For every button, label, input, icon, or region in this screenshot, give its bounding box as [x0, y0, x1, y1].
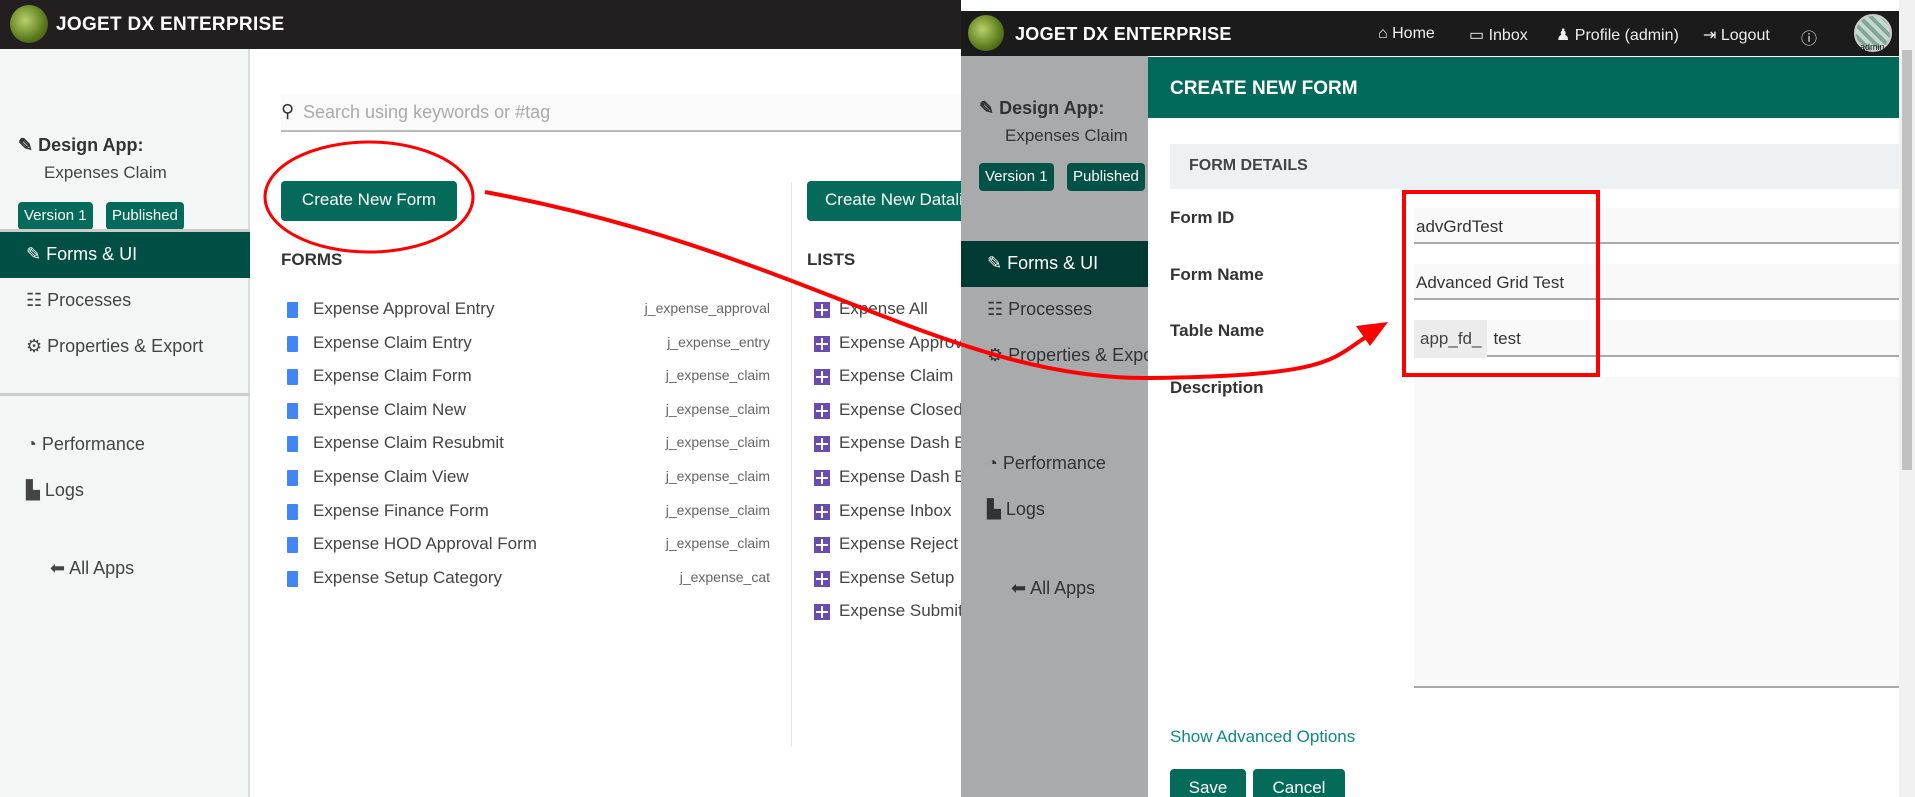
highlight-rectangle [1402, 190, 1600, 377]
annotation-overlay [263, 140, 1600, 381]
highlight-ellipse [263, 140, 475, 254]
annotation-arrow [484, 190, 1379, 381]
